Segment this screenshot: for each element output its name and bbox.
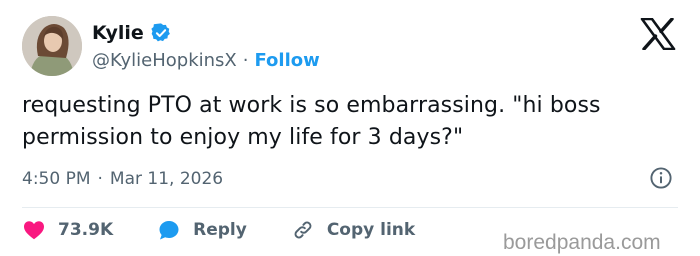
action-bar: 73.9K Reply Copy link [22, 215, 459, 245]
author-handle-row: @KylieHopkinsX · Follow [92, 47, 320, 73]
heart-icon [24, 221, 44, 240]
info-icon[interactable] [649, 166, 673, 190]
like-count: 73.9K [58, 220, 114, 240]
link-icon [294, 221, 312, 239]
tweet-card: Kylie @KylieHopkinsX · Follow requesting… [0, 0, 700, 256]
divider [22, 207, 678, 208]
x-logo-icon[interactable] [640, 18, 676, 50]
reply-label: Reply [193, 220, 247, 240]
timestamp-separator: · [97, 169, 103, 189]
follow-button[interactable]: Follow [254, 50, 319, 71]
reply-bubble-icon [159, 221, 179, 240]
verified-badge-icon [151, 23, 170, 42]
like-button[interactable]: 73.9K [22, 218, 113, 242]
tweet-date: Mar 11, 2026 [109, 169, 224, 189]
copy-link-button[interactable]: Copy link [291, 218, 415, 242]
author-name-row: Kylie [92, 20, 172, 46]
avatar[interactable] [22, 16, 82, 76]
handle-separator: · [242, 49, 249, 71]
tweet-text: requesting PTO at work is so embarrassin… [22, 93, 601, 150]
author-handle[interactable]: @KylieHopkinsX [92, 50, 237, 71]
tweet-time: 4:50 PM [22, 169, 91, 189]
tweet-timestamp[interactable]: 4:50 PM · Mar 11, 2026 [22, 166, 223, 192]
avatar-image [22, 16, 82, 76]
reply-button[interactable]: Reply [157, 218, 247, 242]
watermark: boredpanda.com [503, 231, 661, 254]
author-name[interactable]: Kylie [92, 22, 144, 44]
copy-link-label: Copy link [326, 220, 416, 240]
